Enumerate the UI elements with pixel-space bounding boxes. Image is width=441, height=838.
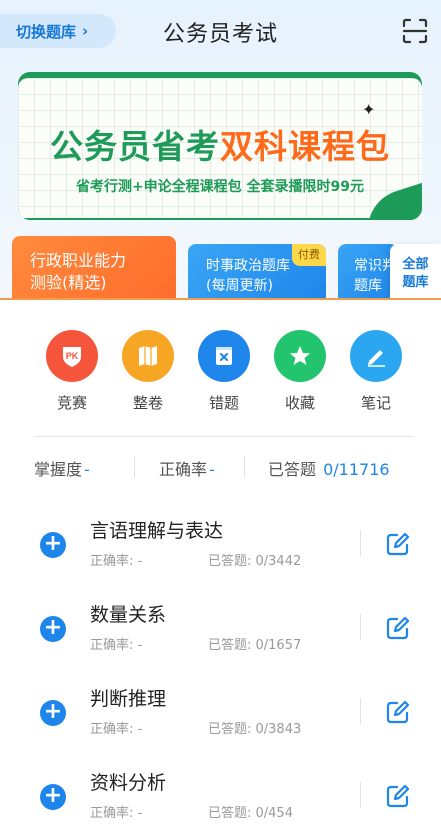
stat-answered: 已答题 0/11716 bbox=[268, 460, 390, 479]
category-card-line2: 测验(精选) bbox=[30, 273, 107, 292]
stat-accuracy: 正确率 - bbox=[159, 460, 215, 479]
wrong-icon bbox=[198, 330, 250, 382]
header: 切换题库 › 公务员考试 bbox=[0, 0, 441, 62]
subject-name: 资料分析 bbox=[90, 772, 167, 794]
subject-accuracy: 正确率: - bbox=[90, 554, 143, 569]
stats-bar: 掌握度 - 正确率 - 已答题 0/11716 bbox=[0, 452, 441, 482]
pk-icon: PK bbox=[46, 330, 98, 382]
stat-mastery: 掌握度 - bbox=[34, 460, 90, 479]
promo-banner[interactable]: ✦ 公务员省考双科课程包 省考行测+申论全程课程包 全套录播限时99元 bbox=[18, 72, 422, 220]
subject-answered: 已答题: 0/1657 bbox=[208, 638, 302, 653]
expand-plus-icon[interactable]: + bbox=[40, 616, 66, 642]
divider bbox=[34, 436, 414, 437]
tool-favorites[interactable]: 收藏 bbox=[265, 330, 335, 413]
category-card-line2: (每周更新) bbox=[206, 278, 273, 294]
main-panel: PK 竞赛 整卷 错题 收藏 笔记 掌握度 - 正确率 - 已答题 0/1171… bbox=[0, 298, 441, 838]
banner-subtitle: 省考行测+申论全程课程包 全套录播限时99元 bbox=[75, 179, 365, 195]
row-separator bbox=[360, 530, 361, 556]
subject-name: 判断推理 bbox=[90, 688, 167, 710]
category-card-common-sense[interactable]: 常识判 题库 bbox=[338, 244, 398, 300]
page-title: 公务员考试 bbox=[162, 22, 278, 47]
subject-accuracy: 正确率: - bbox=[90, 722, 143, 737]
pen-icon bbox=[350, 330, 402, 382]
stat-separator bbox=[244, 456, 245, 478]
tool-label: 笔记 bbox=[360, 394, 391, 412]
map-icon bbox=[122, 330, 174, 382]
subject-row[interactable]: + 数量关系 正确率: - 已答题: 0/1657 bbox=[0, 590, 441, 660]
tool-competition[interactable]: PK 竞赛 bbox=[37, 330, 107, 413]
category-card-admin[interactable]: 行政职业能力 测验(精选) bbox=[12, 236, 176, 300]
category-card-politics[interactable]: 付费 时事政治题库 (每周更新) bbox=[188, 244, 326, 300]
banner-title: 公务员省考双科课程包 bbox=[50, 127, 390, 166]
subject-name: 数量关系 bbox=[90, 604, 167, 626]
all-library-button[interactable]: 全部 题库 bbox=[390, 244, 441, 300]
tool-label: 错题 bbox=[208, 394, 239, 412]
banner-grid-background: ✦ 公务员省考双科课程包 省考行测+申论全程课程包 全套录播限时99元 bbox=[18, 78, 422, 218]
tool-label: 竞赛 bbox=[56, 394, 87, 412]
subject-row[interactable]: + 资料分析 正确率: - 已答题: 0/454 bbox=[0, 758, 441, 828]
edit-icon[interactable] bbox=[384, 614, 412, 642]
row-separator bbox=[360, 782, 361, 808]
edit-icon[interactable] bbox=[384, 782, 412, 810]
subject-answered: 已答题: 0/454 bbox=[208, 806, 293, 821]
subject-row[interactable]: + 言语理解与表达 正确率: - 已答题: 0/3442 bbox=[0, 506, 441, 576]
edit-icon[interactable] bbox=[384, 698, 412, 726]
subject-accuracy: 正确率: - bbox=[90, 806, 143, 821]
subject-name: 言语理解与表达 bbox=[90, 520, 224, 542]
edit-icon[interactable] bbox=[384, 530, 412, 558]
tool-label: 整卷 bbox=[132, 394, 163, 412]
subject-answered: 已答题: 0/3442 bbox=[208, 554, 302, 569]
paid-badge: 付费 bbox=[292, 244, 326, 266]
subject-answered: 已答题: 0/3843 bbox=[208, 722, 302, 737]
row-separator bbox=[360, 698, 361, 724]
tool-grid: PK 竞赛 整卷 错题 收藏 笔记 bbox=[0, 330, 441, 420]
tool-wrong-questions[interactable]: 错题 bbox=[189, 330, 259, 413]
subject-row[interactable]: + 判断推理 正确率: - 已答题: 0/3843 bbox=[0, 674, 441, 744]
sparkle-icon: ✦ bbox=[362, 100, 376, 119]
svg-text:PK: PK bbox=[66, 351, 79, 361]
tool-notes[interactable]: 笔记 bbox=[341, 330, 411, 413]
star-icon bbox=[274, 330, 326, 382]
subject-accuracy: 正确率: - bbox=[90, 638, 143, 653]
stat-separator bbox=[134, 456, 135, 478]
tool-full-paper[interactable]: 整卷 bbox=[113, 330, 183, 413]
expand-plus-icon[interactable]: + bbox=[40, 532, 66, 558]
scan-icon[interactable] bbox=[401, 17, 429, 45]
category-card-line1: 行政职业能力 bbox=[30, 251, 127, 270]
expand-plus-icon[interactable]: + bbox=[40, 700, 66, 726]
expand-plus-icon[interactable]: + bbox=[40, 784, 66, 810]
tool-label: 收藏 bbox=[284, 394, 315, 412]
row-separator bbox=[360, 614, 361, 640]
